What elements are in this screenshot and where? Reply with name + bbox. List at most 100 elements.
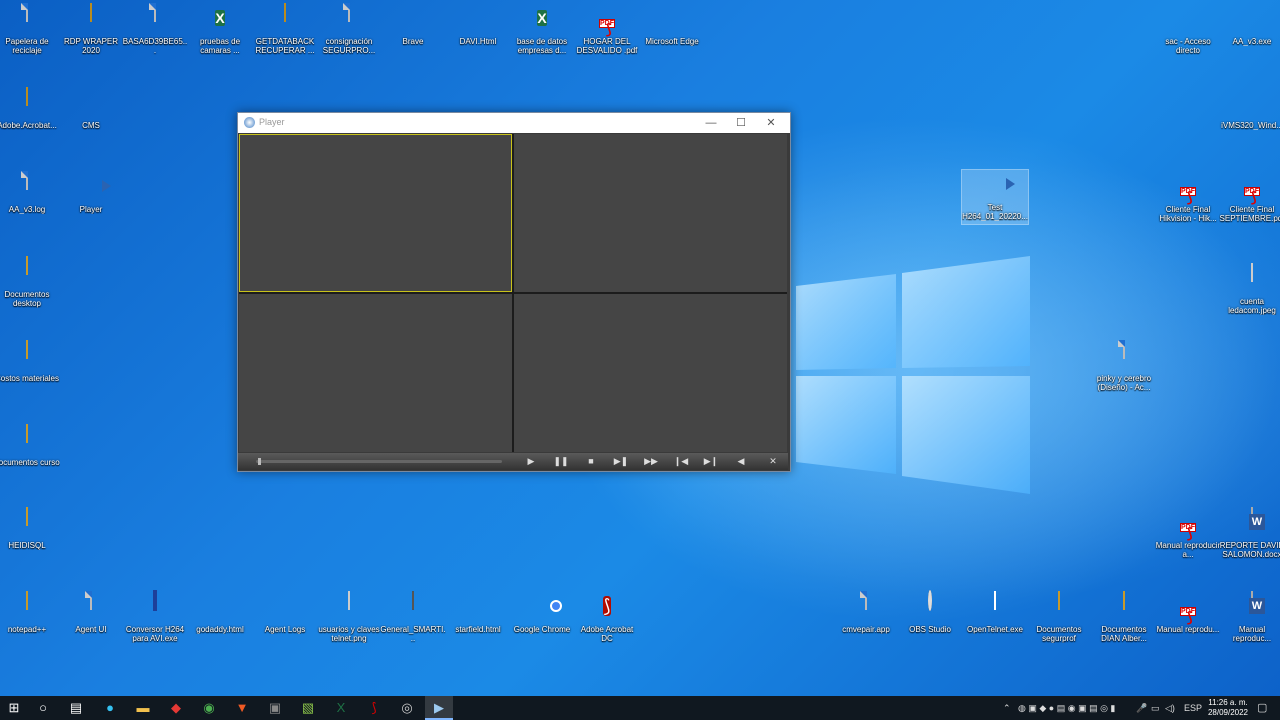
notifications-icon[interactable]: ▢ — [1257, 696, 1267, 720]
desktop-icon-brave[interactable]: Brave — [380, 4, 446, 46]
start-button[interactable]: ⊞ — [0, 696, 28, 720]
taskbar-acrobat-icon[interactable]: ⟆ — [360, 696, 388, 720]
fast-forward-icon[interactable]: ▶▶ — [643, 455, 659, 468]
desktop-icon-starfield[interactable]: starfield.html — [445, 592, 511, 634]
taskbar-file-explorer-icon[interactable]: ▬ — [129, 696, 157, 720]
volume-tray-icon[interactable]: ◁) — [1165, 696, 1175, 720]
desktop-icon-godaddy[interactable]: godaddy.html — [187, 592, 253, 634]
tray-icons[interactable]: ◍ ▣ ◆ ● ▤ ◉ ▣ ▤ ◎ ▮ — [1018, 696, 1115, 720]
desktop-icon-davi[interactable]: DAVI.Html — [445, 4, 511, 46]
video-cell-3[interactable] — [239, 294, 512, 452]
desktop-icon-cliente-final-hik[interactable]: PDFCliente Final Hikvision - Hik... — [1155, 172, 1221, 223]
windows-logo-wallpaper — [796, 256, 1030, 494]
desktop-icon-agent-logs[interactable]: Agent Logs — [252, 592, 318, 634]
desktop-icon-hogar-desvalido[interactable]: PDFHOGAR DEL DESVALIDO .pdf — [574, 4, 640, 55]
zip-folder-icon — [90, 3, 92, 22]
taskbar-app-icon[interactable]: ▣ — [261, 696, 289, 720]
video-cell-4[interactable] — [514, 294, 787, 452]
taskbar-brave-icon[interactable]: ▼ — [228, 696, 256, 720]
opentelnet-icon — [994, 591, 996, 610]
text-file-icon — [26, 171, 28, 190]
desktop-icon-manual-reproducir[interactable]: PDFManual reproducir a... — [1155, 508, 1221, 559]
taskbar-excel-icon[interactable]: X — [327, 696, 355, 720]
stop-icon[interactable]: ■ — [583, 455, 599, 468]
desktop-icon-usuarios-claves[interactable]: usuarios y claves telnet.png — [316, 591, 382, 643]
desktop-icon-ivms320[interactable]: iVMS320_Wind... — [1219, 88, 1280, 130]
desktop-icon-obs-studio[interactable]: OBS Studio — [897, 590, 963, 634]
zip-folder-icon — [26, 87, 28, 106]
next-icon[interactable]: ▶❙ — [703, 455, 719, 468]
step-frame-icon[interactable]: ▶❚ — [613, 455, 629, 468]
video-cell-2[interactable] — [514, 134, 787, 292]
desktop-icon-manual-reprodu[interactable]: PDFManual reprodu... — [1155, 592, 1221, 634]
desktop-icon-player[interactable]: Player — [58, 172, 124, 214]
task-view-icon[interactable]: ▤ — [62, 696, 90, 720]
pause-icon[interactable]: ❚❚ — [553, 455, 569, 468]
tray-chevron-icon[interactable]: ⌃ — [1003, 696, 1011, 720]
taskbar-anydesk-icon[interactable]: ◆ — [162, 696, 190, 720]
taskbar-obs-icon[interactable]: ◎ — [393, 696, 421, 720]
desktop-icon-cuenta-ledacom[interactable]: cuenta ledacom.jpeg — [1219, 263, 1280, 315]
desktop-icon-documentos-curso[interactable]: documentos curso — [0, 424, 60, 467]
video-cell-1[interactable] — [239, 134, 512, 292]
seek-bar[interactable] — [256, 458, 502, 465]
desktop-icon-notepad[interactable]: notepad++ — [0, 591, 60, 634]
desktop-icon-cmvepair[interactable]: cmvepair.app — [833, 591, 899, 634]
desktop-icon-cms[interactable]: CMS — [58, 88, 124, 130]
previous-icon[interactable]: ❙◀ — [673, 455, 689, 468]
desktop-icon-manual-reproduc[interactable]: Manual reproduc... — [1219, 591, 1280, 643]
desktop-icon-base-datos[interactable]: Xbase de datos empresas d... — [509, 4, 575, 55]
desktop-icon-opentelnet[interactable]: OpenTelnet.exe — [962, 591, 1028, 634]
search-icon[interactable]: ○ — [29, 696, 57, 720]
desktop-icon-pruebas-camaras[interactable]: Xpruebas de camaras ... — [187, 4, 253, 55]
minimize-button[interactable]: — — [696, 113, 726, 133]
maximize-button[interactable]: ☐ — [726, 113, 756, 133]
folder-icon — [1058, 591, 1060, 610]
player-titlebar[interactable]: Player — ☐ ✕ — [238, 113, 790, 133]
desktop-icon-aa-log[interactable]: AA_v3.log — [0, 171, 60, 214]
network-icon[interactable]: ▭ — [1151, 696, 1160, 720]
desktop-icon-google-chrome[interactable]: Google Chrome — [509, 592, 575, 634]
desktop-icon-aa-v3-exe[interactable]: AA_v3.exe — [1219, 4, 1280, 46]
close-button[interactable]: ✕ — [756, 113, 786, 133]
converter-icon — [153, 590, 157, 611]
file-icon — [154, 3, 156, 22]
desktop-icon-general-smart[interactable]: General_SMARTI... — [380, 591, 446, 643]
desktop-icon-documentos-dian[interactable]: Documentos DIAN Alber... — [1091, 591, 1157, 643]
taskbar-chrome-icon[interactable]: ◉ — [195, 696, 223, 720]
desktop-icon-test-h264[interactable]: Test H264_01_20220... — [961, 169, 1029, 225]
desktop-icon-adobe-acrobat-dc[interactable]: ⟆ Adobe Acrobat DC — [574, 592, 640, 643]
desktop-icon-basa-file[interactable]: BASA6D39BE65... — [122, 3, 188, 55]
camera-app-icon — [412, 591, 414, 610]
language-indicator[interactable]: ESP — [1184, 696, 1202, 720]
taskbar-notepad-icon[interactable]: ▧ — [294, 696, 322, 720]
desktop-icon-reporte-david[interactable]: REPORTE DAVID SALOMON.docx — [1219, 507, 1280, 559]
desktop-icon-documentos-segurprof[interactable]: Documentos segurprof — [1026, 591, 1092, 643]
desktop-icon-pinky-cerebro[interactable]: pinky y cerebro (Diseño) - Ac... — [1091, 340, 1157, 392]
desktop-icon-rdp-wraper[interactable]: RDP WRAPER 2020 — [58, 3, 124, 55]
player-window[interactable]: Player — ☐ ✕ ▶ ❚❚ ■ ▶❚ ▶▶ ❙◀ ▶❙ ◀ ✕ — [237, 112, 791, 472]
desktop-icon-consignacion[interactable]: consignación SEGURPRO... — [316, 3, 382, 55]
desktop-icon-sac[interactable]: sac - Acceso directo — [1155, 4, 1221, 55]
play-icon[interactable]: ▶ — [523, 455, 539, 468]
folder-icon — [26, 340, 28, 359]
desktop-icon-agent-ui[interactable]: Agent UI — [58, 591, 124, 634]
desktop-icon-heidisql[interactable]: HEIDISQL — [0, 507, 60, 550]
clock[interactable]: 11:26 a. m. 28/09/2022 — [1204, 698, 1252, 718]
seek-handle[interactable] — [258, 458, 261, 465]
pdf-icon: PDF — [1180, 187, 1196, 196]
volume-icon[interactable]: ◀ — [733, 455, 749, 468]
desktop-icon-edge[interactable]: Microsoft Edge — [639, 4, 705, 46]
file-icon — [90, 591, 92, 610]
desktop-icon-costos-materiales[interactable]: Costos materiales — [0, 340, 60, 383]
desktop-icon-cliente-final-sep[interactable]: PDFCliente Final SEPTIEMBRE.pdf — [1219, 172, 1280, 223]
desktop-icon-getdataback[interactable]: GETDATABACK RECUPERAR ... — [252, 3, 318, 55]
microphone-icon[interactable]: 🎤 — [1136, 696, 1147, 720]
taskbar-edge-icon[interactable]: ● — [96, 696, 124, 720]
desktop-icon-recycle-bin[interactable]: Papelera de reciclaje — [0, 3, 60, 55]
taskbar-player-icon[interactable]: ▶ — [425, 696, 453, 720]
fullscreen-icon[interactable]: ✕ — [765, 455, 781, 468]
desktop-icon-documentos-desktop[interactable]: Documentos desktop — [0, 256, 60, 308]
desktop-icon-adobe-acrobat-zip[interactable]: Adobe.Acrobat... — [0, 87, 60, 130]
desktop-icon-conversor-h264[interactable]: Conversor H264 para AVI.exe — [122, 590, 188, 643]
